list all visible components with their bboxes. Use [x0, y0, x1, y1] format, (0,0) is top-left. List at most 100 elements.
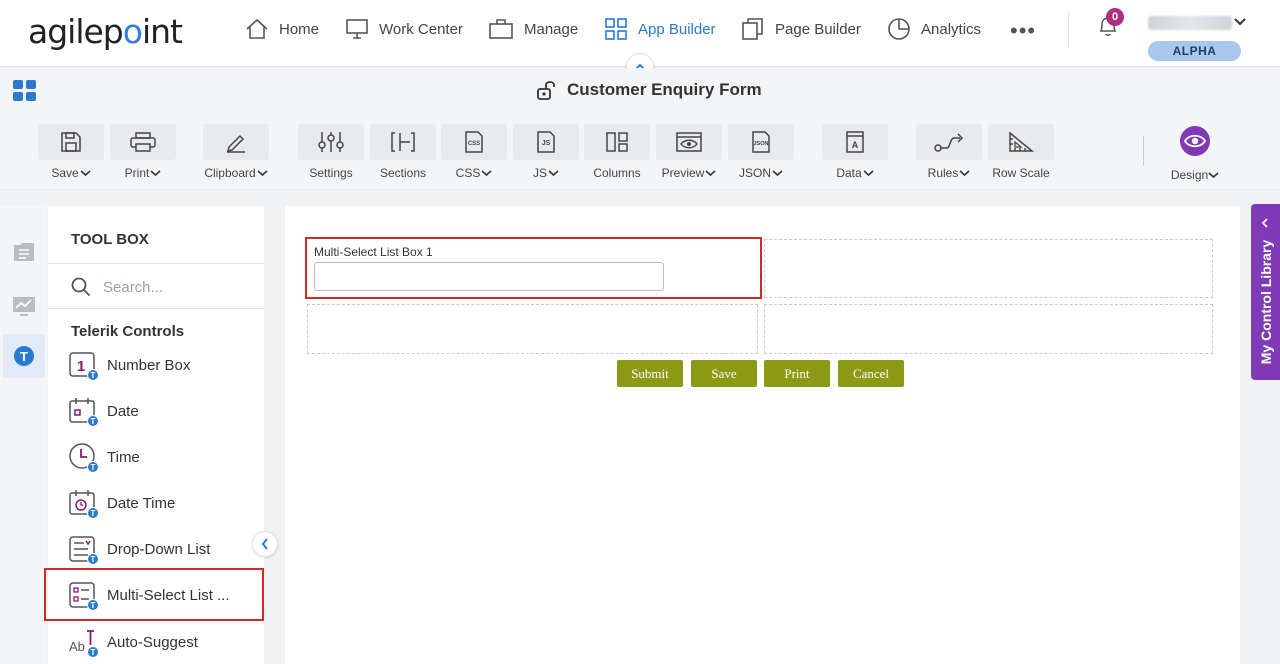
nav-manage[interactable]: Manage [488, 14, 578, 44]
nav-analytics[interactable]: Analytics [887, 14, 981, 44]
toolbox-search [71, 276, 251, 298]
pencil-icon [226, 134, 245, 153]
grid-icon [605, 18, 627, 40]
ruler-icon [1009, 131, 1035, 152]
toolbar-columns-button[interactable]: Columns [584, 124, 650, 180]
data-icon: A [846, 131, 864, 153]
chevron-left-icon [1261, 218, 1268, 228]
rules-icon [934, 133, 964, 152]
agilepoint-logo[interactable]: agilepoint [28, 12, 183, 51]
chevron-down-icon [772, 170, 783, 177]
rail-form-controls[interactable] [3, 230, 45, 274]
nav-work-center-label: Work Center [379, 20, 463, 38]
toolbar-preview-button[interactable]: Preview [656, 124, 722, 180]
submit-button[interactable]: Submit [617, 360, 683, 387]
chevron-down-icon [705, 170, 716, 177]
print-button[interactable]: Print [764, 360, 830, 387]
nav-app-builder[interactable]: App Builder [604, 14, 716, 44]
form-cell-empty[interactable] [764, 239, 1213, 298]
cancel-button[interactable]: Cancel [838, 360, 904, 387]
columns-icon [606, 132, 628, 152]
toolbar-rules-button[interactable]: Rules [916, 124, 982, 180]
nav-home[interactable]: Home [245, 14, 319, 44]
toolbar-row-scale-button[interactable]: Row Scale [988, 124, 1054, 180]
chart-monitor-icon [13, 297, 35, 316]
highlight-multi-select-field [305, 237, 762, 299]
form-title-bar: Customer Enquiry Form [0, 68, 1280, 114]
unlock-icon[interactable] [536, 78, 558, 102]
nav-divider [1068, 12, 1069, 48]
nav-app-builder-label: App Builder [638, 20, 716, 38]
environment-badge: ALPHA [1148, 41, 1241, 61]
svg-text:T: T [20, 349, 28, 364]
list-panel-icon [14, 243, 34, 261]
form-cell-empty[interactable] [764, 304, 1213, 354]
toolbar-css-button[interactable]: CSS CSS [441, 124, 507, 180]
toolbar-print-button[interactable]: Print [110, 124, 176, 180]
chevron-down-icon [481, 170, 492, 177]
svg-text:1: 1 [77, 358, 85, 375]
toolbar-data-button[interactable]: A Data [822, 124, 888, 180]
apps-grid-icon[interactable] [13, 80, 37, 102]
rail-telerik-controls[interactable]: T [3, 334, 45, 378]
control-time[interactable]: T Time [68, 439, 258, 475]
printer-icon [130, 132, 156, 152]
form-title: Customer Enquiry Form [536, 78, 762, 102]
monitor-icon [346, 19, 368, 39]
nav-page-builder-label: Page Builder [775, 20, 861, 38]
toolbar-js-button[interactable]: JS JS [513, 124, 579, 180]
js-file-icon: JS [537, 131, 555, 153]
chevron-down-icon[interactable] [1233, 15, 1247, 29]
collapse-toolbox-button[interactable] [252, 531, 278, 557]
save-button[interactable]: Save [691, 360, 757, 387]
svg-text:CSS: CSS [468, 141, 480, 147]
nav-home-label: Home [279, 20, 320, 38]
toolbox-search-input[interactable] [103, 278, 243, 296]
toolbar-settings-button[interactable]: Settings [298, 124, 364, 180]
toolbar-json-button[interactable]: JSON JSON [728, 124, 794, 180]
rail-analytics[interactable] [3, 284, 45, 328]
sliders-icon [318, 132, 344, 152]
nav-analytics-label: Analytics [921, 20, 982, 38]
notification-badge: 0 [1106, 8, 1124, 26]
my-control-library-tab[interactable]: My Control Library [1251, 204, 1280, 380]
search-icon [71, 277, 91, 297]
save-icon [61, 132, 81, 152]
control-drop-down-list[interactable]: T Drop-Down List [68, 531, 258, 567]
toolbox-divider [48, 308, 264, 309]
toolbox-divider [48, 263, 264, 264]
control-date[interactable]: T Date [68, 393, 258, 429]
nav-page-builder[interactable]: Page Builder [741, 14, 861, 44]
telerik-icon: T [14, 346, 34, 366]
control-auto-suggest[interactable]: Ab T Auto-Suggest [68, 624, 258, 660]
form-title-text: Customer Enquiry Form [567, 80, 762, 99]
chevron-left-icon [261, 538, 268, 550]
user-name-blurred[interactable] [1148, 16, 1232, 30]
nav-manage-label: Manage [524, 20, 579, 38]
toolbar-save-button[interactable]: Save [38, 124, 104, 180]
chevron-down-icon [150, 170, 161, 177]
toolbox-title: TOOL BOX [71, 231, 149, 248]
svg-text:Ab: Ab [69, 639, 85, 654]
toolbox-section-title: Telerik Controls [71, 323, 185, 340]
chevron-down-icon [257, 170, 268, 177]
svg-text:A: A [852, 140, 859, 150]
my-control-library-label: My Control Library [1258, 239, 1274, 365]
form-toolbar: Save Print Clipboard Settings Sections C… [0, 114, 1280, 190]
form-cell-empty[interactable] [307, 304, 758, 354]
copy-icon [742, 18, 763, 40]
toolbar-design-button[interactable]: Design [1168, 124, 1222, 182]
home-icon [246, 18, 268, 39]
control-number-box[interactable]: 1T Number Box [68, 347, 258, 383]
more-options-icon[interactable]: ••• [1010, 18, 1036, 44]
nav-work-center[interactable]: Work Center [345, 14, 463, 44]
eye-window-icon [676, 132, 702, 152]
toolbar-clipboard-button[interactable]: Clipboard [203, 124, 269, 180]
pie-chart-icon [888, 18, 910, 40]
toolbar-separator [1143, 136, 1144, 166]
chevron-down-icon [1208, 172, 1219, 179]
briefcase-icon [489, 19, 513, 39]
toolbar-sections-button[interactable]: Sections [370, 124, 436, 180]
control-date-time[interactable]: T Date Time [68, 485, 258, 521]
chevron-down-icon [863, 170, 874, 177]
